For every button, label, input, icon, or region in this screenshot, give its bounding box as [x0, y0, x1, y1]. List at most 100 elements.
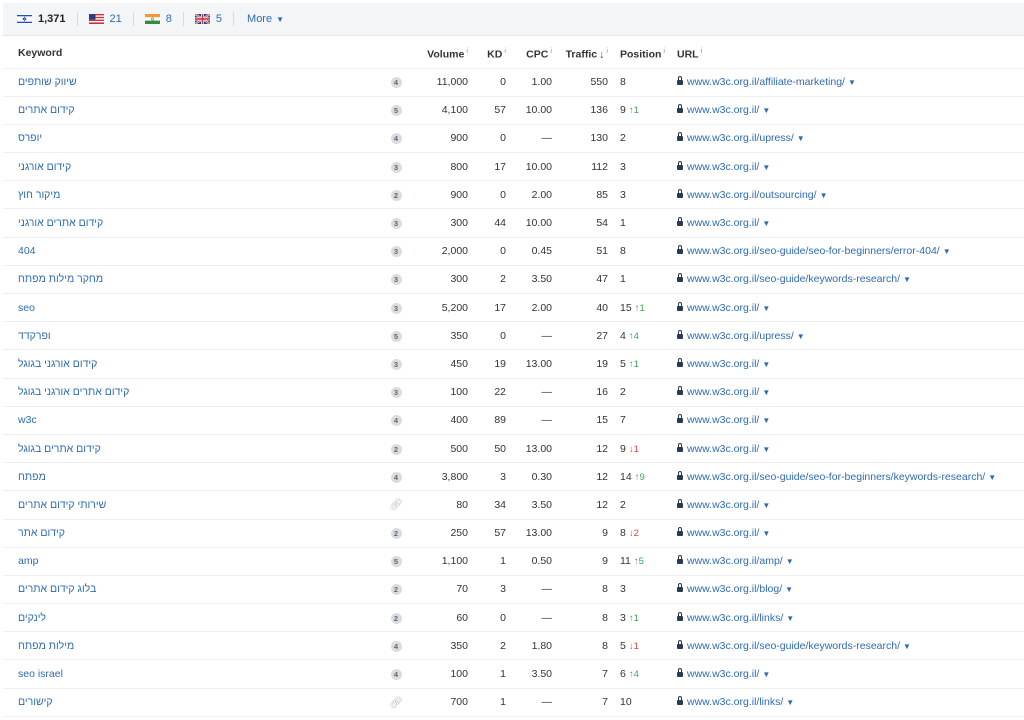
serp-features-badge[interactable]: 5 — [390, 330, 402, 342]
url-link[interactable]: www.w3c.org.il/ — [687, 217, 759, 229]
url-dropdown-icon[interactable]: ▼ — [762, 445, 770, 454]
serp-features-badge[interactable]: 3 — [390, 218, 402, 230]
keyword-link[interactable]: 404 — [18, 245, 36, 257]
url-dropdown-icon[interactable]: ▼ — [903, 642, 911, 651]
serp-features-badge[interactable]: 5 — [390, 105, 402, 117]
url-link[interactable]: www.w3c.org.il/ — [687, 161, 759, 173]
url-link[interactable]: www.w3c.org.il/links/ — [687, 612, 783, 624]
keyword-link[interactable]: seo israel — [18, 668, 63, 680]
cpc-info-icon[interactable]: i — [550, 46, 552, 55]
url-link[interactable]: www.w3c.org.il/ — [687, 443, 759, 455]
keyword-link[interactable]: קידום אתרים בגוגל — [18, 443, 101, 455]
url-link[interactable]: www.w3c.org.il/seo-guide/keywords-resear… — [687, 640, 900, 652]
serp-features-badge[interactable]: 4 — [390, 77, 402, 89]
serp-features-badge[interactable]: 2 — [390, 189, 402, 201]
keyword-link[interactable]: מיקור חוץ — [18, 189, 60, 201]
column-header-cpc[interactable]: CPC i — [506, 39, 552, 69]
serp-features-badge[interactable]: 4 — [390, 669, 402, 681]
keyword-link[interactable]: שירותי קידום אתרים — [18, 499, 106, 511]
serp-features-badge[interactable]: 3 — [390, 302, 402, 314]
url-dropdown-icon[interactable]: ▼ — [786, 698, 794, 707]
country-filter-gb[interactable]: 5 — [194, 12, 235, 26]
url-link[interactable]: www.w3c.org.il/ — [687, 499, 759, 511]
serp-features-badge[interactable]: 3 — [390, 274, 402, 286]
url-link[interactable]: www.w3c.org.il/amp/ — [687, 555, 783, 567]
url-link[interactable]: www.w3c.org.il/upress/ — [687, 330, 794, 342]
keyword-link[interactable]: קידום אתרים אורגני — [18, 217, 103, 229]
keyword-link[interactable]: קידום אורגני בגוגל — [18, 358, 97, 370]
serp-features-badge[interactable]: 4 — [390, 133, 402, 145]
url-link[interactable]: www.w3c.org.il/ — [687, 527, 759, 539]
url-link[interactable]: www.w3c.org.il/affiliate-marketing/ — [687, 76, 845, 88]
keyword-link[interactable]: ופרקדד — [18, 330, 51, 342]
serp-features-badge[interactable]: 3 — [390, 387, 402, 399]
url-dropdown-icon[interactable]: ▼ — [762, 219, 770, 228]
url-link[interactable]: www.w3c.org.il/ — [687, 104, 759, 116]
column-header-url[interactable]: URL i — [673, 39, 1024, 69]
column-header-keyword[interactable]: Keyword — [3, 39, 381, 69]
keyword-link[interactable]: seo — [18, 302, 35, 314]
url-link[interactable]: www.w3c.org.il/ — [687, 386, 759, 398]
url-link[interactable]: www.w3c.org.il/seo-guide/seo-for-beginne… — [687, 245, 940, 257]
column-header-volume[interactable]: Volume i — [411, 39, 468, 69]
column-header-traffic[interactable]: Traffic ↓ i — [552, 39, 608, 69]
serp-features-badge[interactable]: 4 — [390, 415, 402, 427]
keyword-link[interactable]: בלוג קידום אתרים — [18, 583, 96, 595]
keyword-link[interactable]: קידום אתרים — [18, 104, 75, 116]
traffic-info-icon[interactable]: i — [606, 46, 608, 55]
url-link[interactable]: www.w3c.org.il/ — [687, 668, 759, 680]
url-dropdown-icon[interactable]: ▼ — [762, 304, 770, 313]
keyword-link[interactable]: amp — [18, 555, 38, 567]
keyword-link[interactable]: מחקר מילות מפתח — [18, 273, 103, 285]
country-filter-in[interactable]: 8 — [144, 12, 184, 26]
url-dropdown-icon[interactable]: ▼ — [762, 501, 770, 510]
url-dropdown-icon[interactable]: ▼ — [785, 585, 793, 594]
url-dropdown-icon[interactable]: ▼ — [762, 416, 770, 425]
url-dropdown-icon[interactable]: ▼ — [762, 670, 770, 679]
keyword-link[interactable]: מפתח — [18, 471, 46, 483]
url-dropdown-icon[interactable]: ▼ — [762, 163, 770, 172]
serp-features-badge[interactable]: 2 — [390, 528, 402, 540]
url-link[interactable]: www.w3c.org.il/links/ — [687, 696, 783, 708]
country-filter-il[interactable]: 1,371 — [17, 12, 78, 26]
serp-features-badge[interactable]: 3 — [390, 161, 402, 173]
url-dropdown-icon[interactable]: ▼ — [786, 557, 794, 566]
url-dropdown-icon[interactable]: ▼ — [786, 614, 794, 623]
keyword-link[interactable]: קידום אתרים אורגני בגוגל — [18, 386, 129, 398]
url-link[interactable]: www.w3c.org.il/upress/ — [687, 132, 794, 144]
url-link[interactable]: www.w3c.org.il/outsourcing/ — [687, 189, 817, 201]
keyword-link[interactable]: קידום אתר — [18, 527, 65, 539]
more-countries-button[interactable]: More ▼ — [247, 13, 284, 25]
url-dropdown-icon[interactable]: ▼ — [762, 106, 770, 115]
url-link[interactable]: www.w3c.org.il/ — [687, 302, 759, 314]
serp-features-badge[interactable]: 4 — [390, 471, 402, 483]
column-header-kd[interactable]: KD i — [468, 39, 506, 69]
keyword-link[interactable]: לינקים — [18, 612, 46, 624]
position-info-icon[interactable]: i — [663, 46, 665, 55]
serp-features-badge[interactable]: 2 — [390, 584, 402, 596]
column-header-position[interactable]: Position i — [608, 39, 673, 69]
url-info-icon[interactable]: i — [701, 46, 703, 55]
url-dropdown-icon[interactable]: ▼ — [848, 78, 856, 87]
url-link[interactable]: www.w3c.org.il/seo-guide/seo-for-beginne… — [687, 471, 985, 483]
url-link[interactable]: www.w3c.org.il/seo-guide/keywords-resear… — [687, 273, 900, 285]
keyword-link[interactable]: קידום אורגני — [18, 161, 71, 173]
country-filter-us[interactable]: 21 — [88, 12, 134, 26]
url-dropdown-icon[interactable]: ▼ — [943, 247, 951, 256]
kd-info-icon[interactable]: i — [504, 46, 506, 55]
url-dropdown-icon[interactable]: ▼ — [820, 191, 828, 200]
keyword-link[interactable]: קישורים — [18, 696, 53, 708]
serp-features-badge[interactable]: 3 — [390, 246, 402, 258]
url-link[interactable]: www.w3c.org.il/ — [687, 414, 759, 426]
volume-info-icon[interactable]: i — [466, 46, 468, 55]
url-dropdown-icon[interactable]: ▼ — [988, 473, 996, 482]
url-dropdown-icon[interactable]: ▼ — [903, 275, 911, 284]
keyword-link[interactable]: יופרס — [18, 132, 42, 144]
keyword-link[interactable]: w3c — [18, 414, 37, 426]
url-dropdown-icon[interactable]: ▼ — [797, 134, 805, 143]
url-link[interactable]: www.w3c.org.il/ — [687, 358, 759, 370]
serp-features-badge[interactable]: 5 — [390, 556, 402, 568]
keyword-link[interactable]: שיווק שותפים — [18, 76, 77, 88]
serp-features-badge[interactable]: 2 — [390, 443, 402, 455]
url-dropdown-icon[interactable]: ▼ — [762, 529, 770, 538]
